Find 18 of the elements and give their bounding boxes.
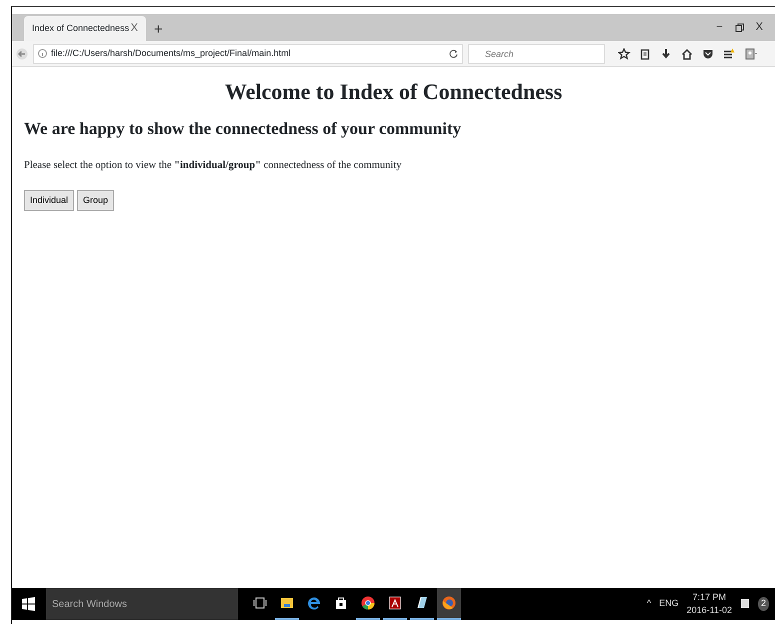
notification-count[interactable]: 2 [758, 597, 769, 611]
minimize-button[interactable]: − [704, 19, 735, 36]
browser-tab[interactable]: Index of Connectedness X [24, 16, 146, 41]
search-field[interactable]: Search [468, 44, 605, 64]
taskbar-search-field[interactable]: Search Windows [46, 588, 238, 620]
option-button[interactable]: Group [77, 190, 114, 212]
instruction-text: Please select the option to view the "individual/group" connectedness of the community [24, 158, 402, 173]
new-tab-button[interactable]: + [146, 18, 171, 41]
address-bar[interactable]: file:///C:/Users/harsh/Documents/ms_project/Final/main.html [33, 44, 463, 64]
tray-chevron[interactable]: ^ [646, 597, 652, 611]
close-button[interactable]: X [744, 19, 775, 36]
option-button[interactable]: Individual [24, 190, 74, 212]
clock-time[interactable]: 7:17 PM [686, 591, 732, 604]
language-indicator[interactable]: ENG [659, 597, 679, 611]
page-subtitle: We are happy to show the connectedness of your community [24, 119, 462, 140]
tab-close-button[interactable]: X [130, 20, 138, 37]
page-title: Welcome to Index of Connectedness [224, 79, 564, 106]
clock-date[interactable]: 2016-11-02 [686, 604, 732, 617]
